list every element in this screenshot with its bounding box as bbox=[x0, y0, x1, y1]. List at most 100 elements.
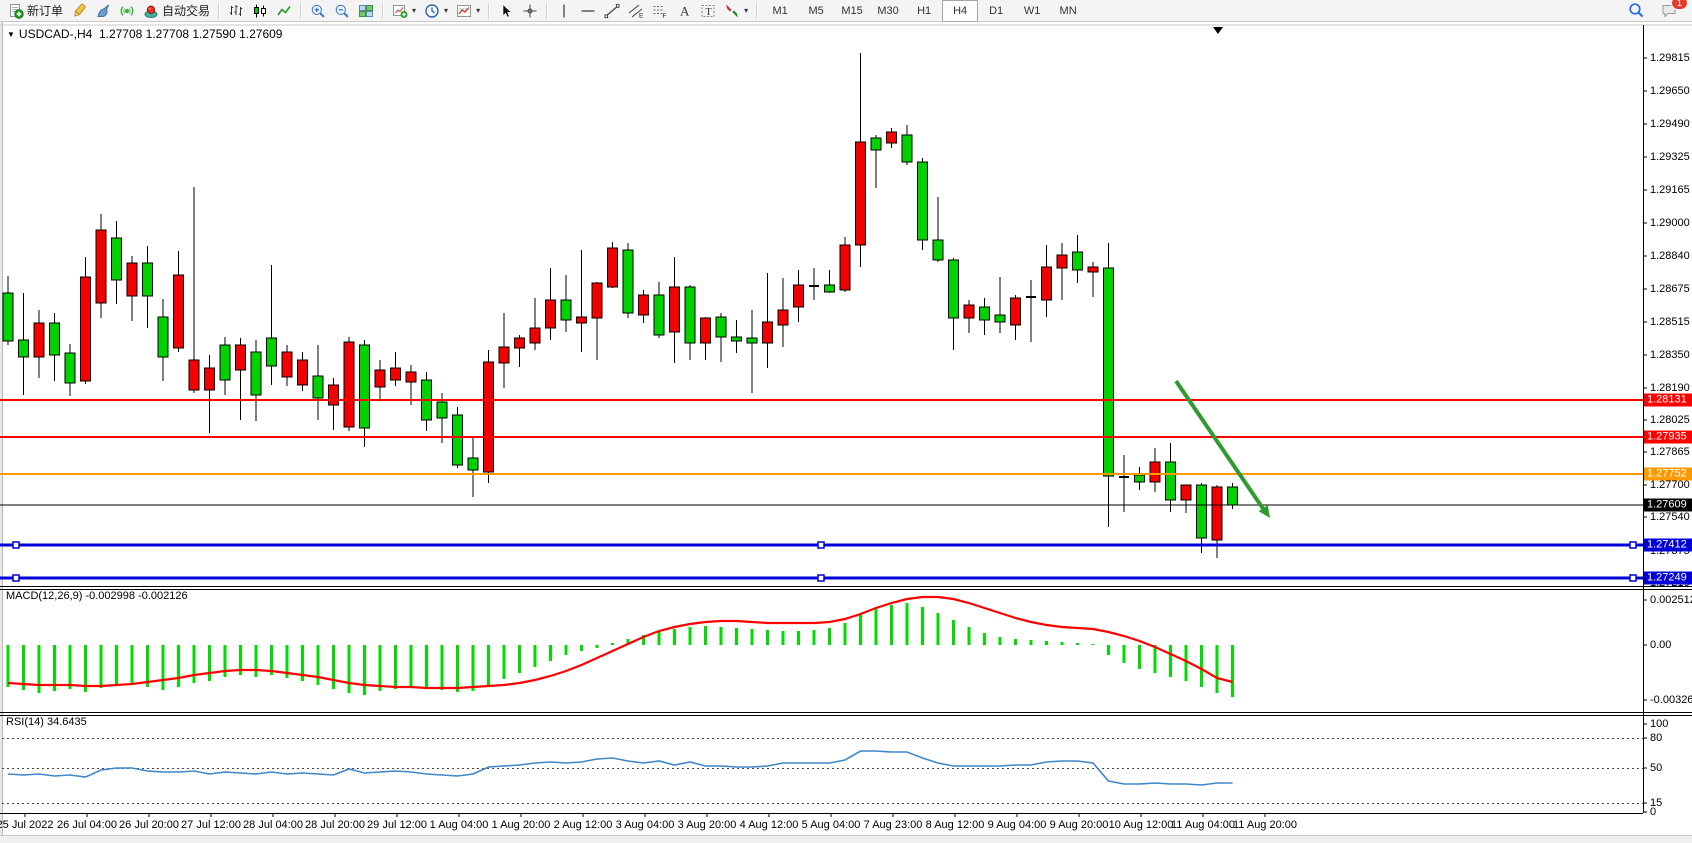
candle-body bbox=[174, 275, 184, 348]
zoom-out-button[interactable] bbox=[330, 0, 354, 22]
candle-body bbox=[515, 338, 525, 348]
toolbar-separator bbox=[382, 3, 384, 19]
candle-body bbox=[499, 347, 509, 363]
candle-body bbox=[236, 345, 246, 370]
community-button[interactable] bbox=[91, 0, 115, 22]
timeframe-button-m15[interactable]: M15 bbox=[834, 0, 870, 22]
candle-body bbox=[1011, 298, 1021, 325]
timeframe-button-d1[interactable]: D1 bbox=[978, 0, 1014, 22]
candle-body bbox=[375, 370, 385, 387]
tile-windows-icon bbox=[358, 3, 374, 19]
main-toolbar: 新订单 自动交易 bbox=[0, 0, 1692, 22]
candle-body bbox=[1088, 267, 1098, 272]
trendline-icon bbox=[604, 3, 620, 19]
candle-body bbox=[282, 352, 292, 377]
search-button[interactable] bbox=[1624, 0, 1649, 22]
candle-body bbox=[437, 402, 447, 418]
candle-body bbox=[716, 317, 726, 337]
bar-chart-button[interactable] bbox=[224, 0, 248, 22]
line-drag-handle[interactable] bbox=[1630, 542, 1636, 548]
cursor-button[interactable] bbox=[494, 0, 518, 22]
styles-button[interactable] bbox=[67, 0, 91, 22]
candle-body bbox=[933, 240, 943, 260]
line-drag-handle[interactable] bbox=[13, 542, 19, 548]
candle-body bbox=[220, 345, 230, 380]
arrows-tool[interactable]: ▾ bbox=[720, 0, 752, 22]
timeframe-button-h1[interactable]: H1 bbox=[906, 0, 942, 22]
candle-body bbox=[81, 277, 91, 381]
trendline-tool[interactable] bbox=[600, 0, 624, 22]
candle-body bbox=[1042, 267, 1052, 300]
tile-windows-button[interactable] bbox=[354, 0, 378, 22]
candle-body bbox=[608, 248, 618, 287]
zoom-in-button[interactable] bbox=[306, 0, 330, 22]
candle-chart-icon bbox=[252, 3, 268, 19]
text-icon: A bbox=[676, 3, 692, 19]
timeframe-button-h4[interactable]: H4 bbox=[942, 0, 978, 22]
line-drag-handle[interactable] bbox=[818, 542, 824, 548]
toolbar-separator bbox=[546, 3, 548, 19]
candle-body bbox=[964, 305, 974, 318]
line-drag-handle[interactable] bbox=[818, 575, 824, 581]
autotrading-icon bbox=[143, 3, 159, 19]
periods-button[interactable]: ▾ bbox=[420, 0, 452, 22]
candle-body bbox=[3, 293, 13, 341]
timeframe-button-m1[interactable]: M1 bbox=[762, 0, 798, 22]
crayon-icon bbox=[71, 3, 87, 19]
svg-text:A: A bbox=[680, 3, 690, 18]
candle-body bbox=[1212, 487, 1222, 540]
line-chart-icon bbox=[276, 3, 292, 19]
equidistant-channel-icon: E bbox=[628, 3, 644, 19]
chart-canvas bbox=[0, 0, 1692, 843]
timeframe-button-m5[interactable]: M5 bbox=[798, 0, 834, 22]
new-chart-icon bbox=[392, 3, 408, 19]
candle-body bbox=[50, 323, 60, 355]
vertical-line-tool[interactable] bbox=[552, 0, 576, 22]
candle-body bbox=[65, 353, 75, 383]
candle-body bbox=[484, 362, 494, 472]
candle-body bbox=[1228, 487, 1238, 505]
text-tool[interactable]: A bbox=[672, 0, 696, 22]
candle-body bbox=[468, 458, 478, 470]
candle-body bbox=[825, 285, 835, 292]
horizontal-line-icon bbox=[580, 3, 596, 19]
templates-button[interactable]: ▾ bbox=[452, 0, 484, 22]
notifications-button[interactable]: 1 bbox=[1657, 0, 1682, 22]
text-label-icon: T bbox=[700, 3, 716, 19]
template-icon bbox=[456, 3, 472, 19]
fibonacci-tool[interactable]: F bbox=[648, 0, 672, 22]
candle-body bbox=[96, 230, 106, 303]
label-tool[interactable]: T bbox=[696, 0, 720, 22]
timeframe-button-w1[interactable]: W1 bbox=[1014, 0, 1050, 22]
line-drag-handle[interactable] bbox=[1630, 575, 1636, 581]
trading-platform-window: 新订单 自动交易 bbox=[0, 0, 1692, 843]
macd-signal-line bbox=[8, 597, 1233, 688]
horizontal-line-tool[interactable] bbox=[576, 0, 600, 22]
timeframe-button-mn[interactable]: MN bbox=[1050, 0, 1086, 22]
sonar-icon bbox=[119, 3, 135, 19]
candle-body bbox=[344, 342, 354, 427]
bar-chart-icon bbox=[228, 3, 244, 19]
new-order-button[interactable]: 新订单 bbox=[4, 0, 67, 22]
line-chart-button[interactable] bbox=[272, 0, 296, 22]
candle-body bbox=[313, 376, 323, 398]
channel-tool[interactable]: E bbox=[624, 0, 648, 22]
new-chart-button[interactable]: ▾ bbox=[388, 0, 420, 22]
candle-body bbox=[732, 337, 742, 341]
candle-body bbox=[577, 317, 587, 323]
candle-body bbox=[1057, 255, 1067, 268]
candle-body bbox=[1150, 462, 1160, 482]
arrows-icon bbox=[724, 3, 740, 19]
line-drag-handle[interactable] bbox=[13, 575, 19, 581]
candle-body bbox=[360, 345, 370, 428]
candle-body bbox=[267, 338, 277, 366]
candle-body bbox=[453, 415, 463, 465]
candle-chart-button[interactable] bbox=[248, 0, 272, 22]
candle-body bbox=[902, 135, 912, 162]
crosshair-icon bbox=[522, 3, 538, 19]
crosshair-button[interactable] bbox=[518, 0, 542, 22]
zoom-out-icon bbox=[334, 3, 350, 19]
timeframe-button-m30[interactable]: M30 bbox=[870, 0, 906, 22]
signals-button[interactable] bbox=[115, 0, 139, 22]
autotrading-button[interactable]: 自动交易 bbox=[139, 0, 214, 22]
